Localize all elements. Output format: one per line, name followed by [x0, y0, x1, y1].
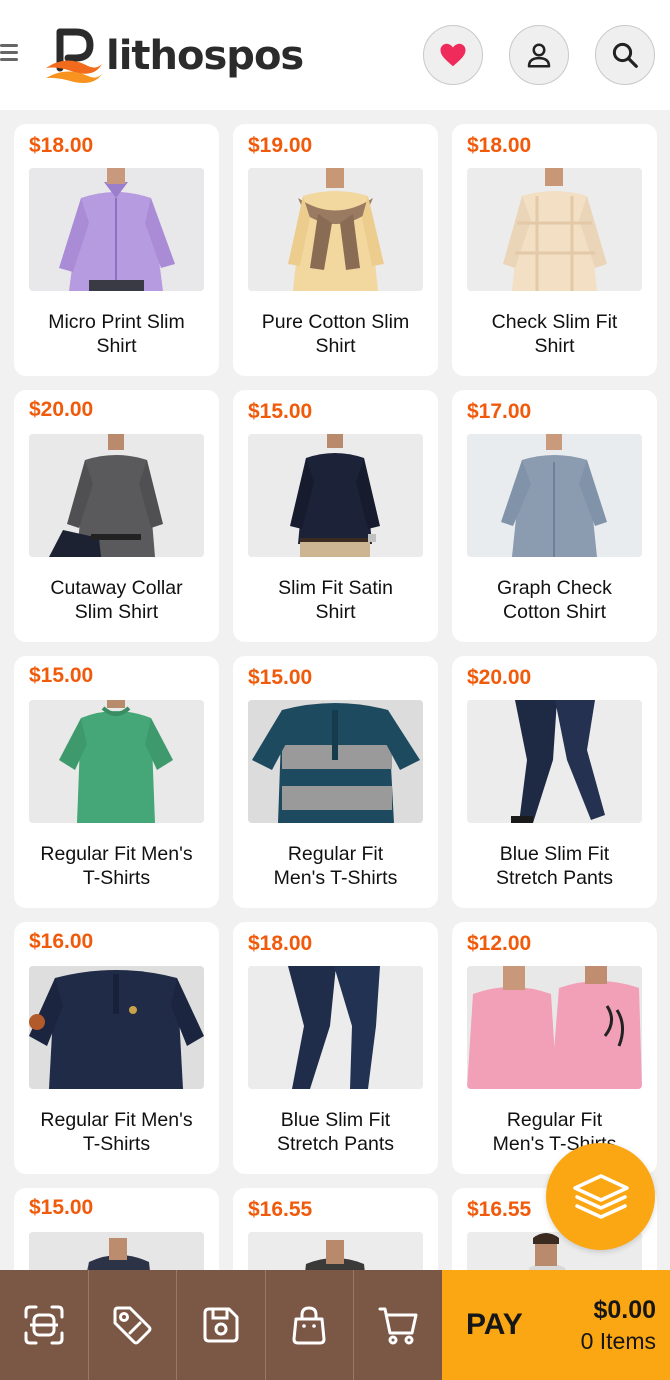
- app-header: lithospos: [0, 0, 670, 110]
- product-price: $20.00: [29, 398, 94, 421]
- product-name: Graph Check Cotton Shirt: [497, 577, 612, 623]
- save-icon: [203, 1307, 239, 1343]
- cart-icon: [378, 1307, 418, 1345]
- account-button[interactable]: [509, 25, 569, 85]
- product-image: [248, 966, 423, 1089]
- discount-button[interactable]: [89, 1270, 177, 1380]
- logo-mark-icon: [46, 28, 102, 83]
- product-price: $20.00: [467, 666, 532, 689]
- product-card[interactable]: $15.00 Regular Fit Men's T-Shirts: [233, 656, 438, 908]
- product-image: [29, 168, 204, 291]
- app-logo[interactable]: lithospos: [44, 28, 304, 84]
- product-image: [248, 168, 423, 291]
- product-price: $18.00: [467, 134, 532, 157]
- heart-icon: [440, 43, 466, 67]
- product-card[interactable]: $20.00 Cutaway Collar Slim Shirt: [14, 390, 219, 642]
- product-price: $18.00: [248, 932, 313, 955]
- bag-icon: [292, 1306, 326, 1345]
- product-image: [248, 434, 423, 557]
- product-name: Blue Slim Fit Stretch Pants: [276, 1109, 395, 1155]
- product-name: Regular Fit Men's T-Shirts: [40, 1109, 193, 1155]
- save-button[interactable]: [177, 1270, 266, 1380]
- product-name: Slim Fit Satin Shirt: [278, 577, 393, 623]
- product-image: [248, 700, 423, 823]
- logo-text: lithospos: [106, 33, 304, 79]
- cart-item-count: 0 Items: [580, 1328, 656, 1354]
- product-card[interactable]: $20.00 Blue Slim Fit Stretch Pants: [452, 656, 657, 908]
- product-image: [467, 700, 642, 823]
- tag-icon: [113, 1306, 152, 1345]
- product-name: Regular Fit Men's T-Shirts: [273, 843, 398, 889]
- product-name: Cutaway Collar Slim Shirt: [50, 577, 183, 623]
- product-image: [29, 966, 204, 1089]
- product-name: Check Slim Fit Shirt: [491, 311, 618, 357]
- cart-button[interactable]: [354, 1270, 443, 1380]
- wishlist-button[interactable]: [423, 25, 483, 85]
- product-card[interactable]: $17.00 Graph Check Cotton Shirt: [452, 390, 657, 642]
- product-card[interactable]: $18.00 Micro Print Slim Shirt: [14, 124, 219, 376]
- product-image: [29, 700, 204, 823]
- product-image: [467, 966, 642, 1089]
- product-image: [467, 168, 642, 291]
- product-image: [29, 434, 204, 557]
- product-card[interactable]: $18.00 Check Slim Fit Shirt: [452, 124, 657, 376]
- categories-fab[interactable]: [546, 1143, 655, 1250]
- menu-icon[interactable]: [0, 44, 18, 64]
- product-card[interactable]: $15.00 Slim Fit Satin Shirt: [233, 390, 438, 642]
- user-icon: [527, 43, 551, 68]
- product-card[interactable]: $19.00 Pure Cotton Slim Shirt: [233, 124, 438, 376]
- pay-button[interactable]: PAY $0.00 0 Items: [442, 1270, 670, 1380]
- product-price: $16.00: [29, 930, 94, 953]
- product-card[interactable]: $15.00 Regular Fit Men's T-Shirts: [14, 656, 219, 908]
- product-price: $17.00: [467, 400, 532, 423]
- cart-total: $0.00: [593, 1296, 656, 1324]
- product-price: $15.00: [29, 664, 94, 687]
- search-icon: [612, 42, 638, 68]
- product-price: $16.55: [467, 1198, 532, 1221]
- product-name: Pure Cotton Slim Shirt: [261, 311, 410, 357]
- product-card[interactable]: $18.00 Blue Slim Fit Stretch Pants: [233, 922, 438, 1174]
- product-name: Blue Slim Fit Stretch Pants: [495, 843, 614, 889]
- layers-icon: [572, 1173, 629, 1219]
- scan-button[interactable]: [0, 1270, 89, 1380]
- product-name: Regular Fit Men's T-Shirts: [40, 843, 193, 889]
- product-price: $12.00: [467, 932, 532, 955]
- product-name: Micro Print Slim Shirt: [48, 311, 185, 357]
- product-price: $16.55: [248, 1198, 313, 1221]
- product-price: $18.00: [29, 134, 94, 157]
- product-price: $15.00: [29, 1196, 94, 1219]
- scan-icon: [24, 1305, 64, 1345]
- search-button[interactable]: [595, 25, 655, 85]
- bag-button[interactable]: [266, 1270, 354, 1380]
- bottom-toolbar: PAY $0.00 0 Items: [0, 1270, 670, 1380]
- product-card[interactable]: $12.00 Regular Fit Men's T-Shirts: [452, 922, 657, 1174]
- product-price: $19.00: [248, 134, 313, 157]
- product-card[interactable]: $16.00 Regular Fit Men's T-Shirts: [14, 922, 219, 1174]
- product-price: $15.00: [248, 400, 313, 423]
- pay-label: PAY: [466, 1308, 523, 1341]
- product-image: [467, 434, 642, 557]
- product-price: $15.00: [248, 666, 313, 689]
